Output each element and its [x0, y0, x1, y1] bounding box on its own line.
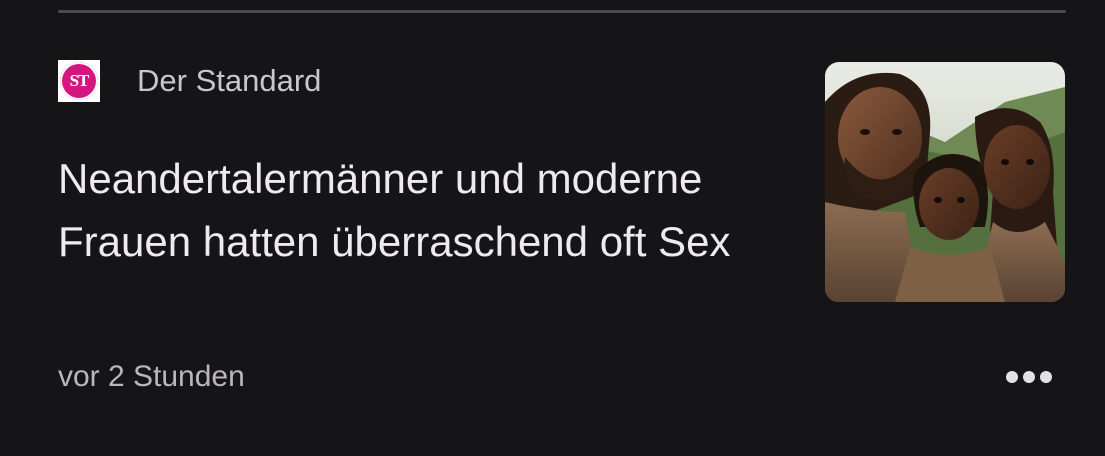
more-horizontal-icon: [1040, 371, 1052, 383]
source-logo: ST: [58, 60, 100, 102]
article-headline[interactable]: Neandertalermänner und moderne Frauen ha…: [58, 147, 758, 273]
news-article-card[interactable]: ST Der Standard Neandertalermänner und m…: [0, 13, 1105, 456]
source-logo-disc: ST: [60, 62, 98, 100]
more-horizontal-icon: [1006, 371, 1018, 383]
source-name: Der Standard: [137, 63, 322, 98]
article-timestamp: vor 2 Stunden: [58, 360, 245, 393]
thumbnail-image: [825, 62, 1065, 302]
more-options-button[interactable]: [996, 357, 1062, 397]
article-thumbnail[interactable]: [825, 62, 1065, 302]
source-logo-text: ST: [69, 71, 90, 90]
more-horizontal-icon: [1023, 371, 1035, 383]
